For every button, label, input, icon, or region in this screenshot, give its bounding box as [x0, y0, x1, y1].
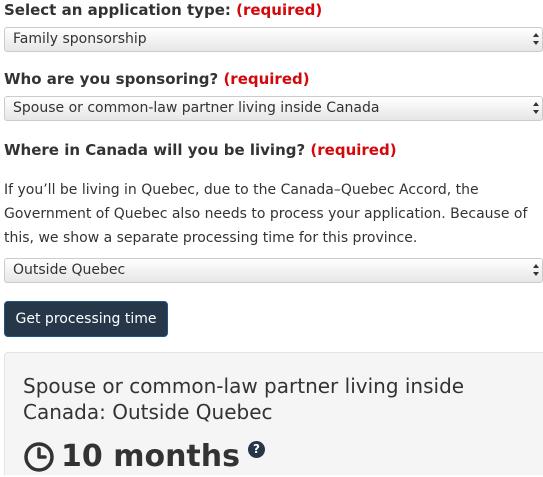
location-value: Outside Quebec	[13, 262, 126, 278]
result-title: Spouse or common-law partner living insi…	[23, 374, 465, 424]
question-circle-icon[interactable]: ?	[247, 440, 265, 458]
result-panel: Spouse or common-law partner living insi…	[4, 352, 543, 475]
required-marker: (required)	[223, 70, 310, 88]
select-arrows-icon	[532, 28, 540, 51]
clock-icon	[24, 442, 54, 472]
required-marker: (required)	[310, 141, 397, 159]
application-type-label-text: Select an application type:	[4, 1, 231, 19]
location-select[interactable]: Outside Quebec	[4, 258, 543, 283]
sponsoring-label: Who are you sponsoring? (required)	[4, 69, 310, 89]
sponsoring-value: Spouse or common-law partner living insi…	[13, 100, 380, 116]
sponsoring-label-text: Who are you sponsoring?	[4, 70, 219, 88]
select-arrows-icon	[532, 259, 540, 282]
processing-time: 10 months ?	[23, 437, 265, 477]
location-label-text: Where in Canada will you be living?	[4, 141, 306, 159]
get-processing-time-button[interactable]: Get processing time	[4, 301, 168, 337]
application-type-label: Select an application type: (required)	[4, 0, 322, 20]
application-type-value: Family sponsorship	[13, 31, 147, 47]
processing-time-value: 10 months	[61, 439, 240, 474]
application-type-select[interactable]: Family sponsorship	[4, 27, 543, 52]
required-marker: (required)	[236, 1, 323, 19]
select-arrows-icon	[532, 97, 540, 120]
location-label: Where in Canada will you be living? (req…	[4, 140, 397, 160]
quebec-explanation: If you’ll be living in Quebec, due to th…	[4, 182, 528, 246]
sponsoring-select[interactable]: Spouse or common-law partner living insi…	[4, 96, 543, 121]
